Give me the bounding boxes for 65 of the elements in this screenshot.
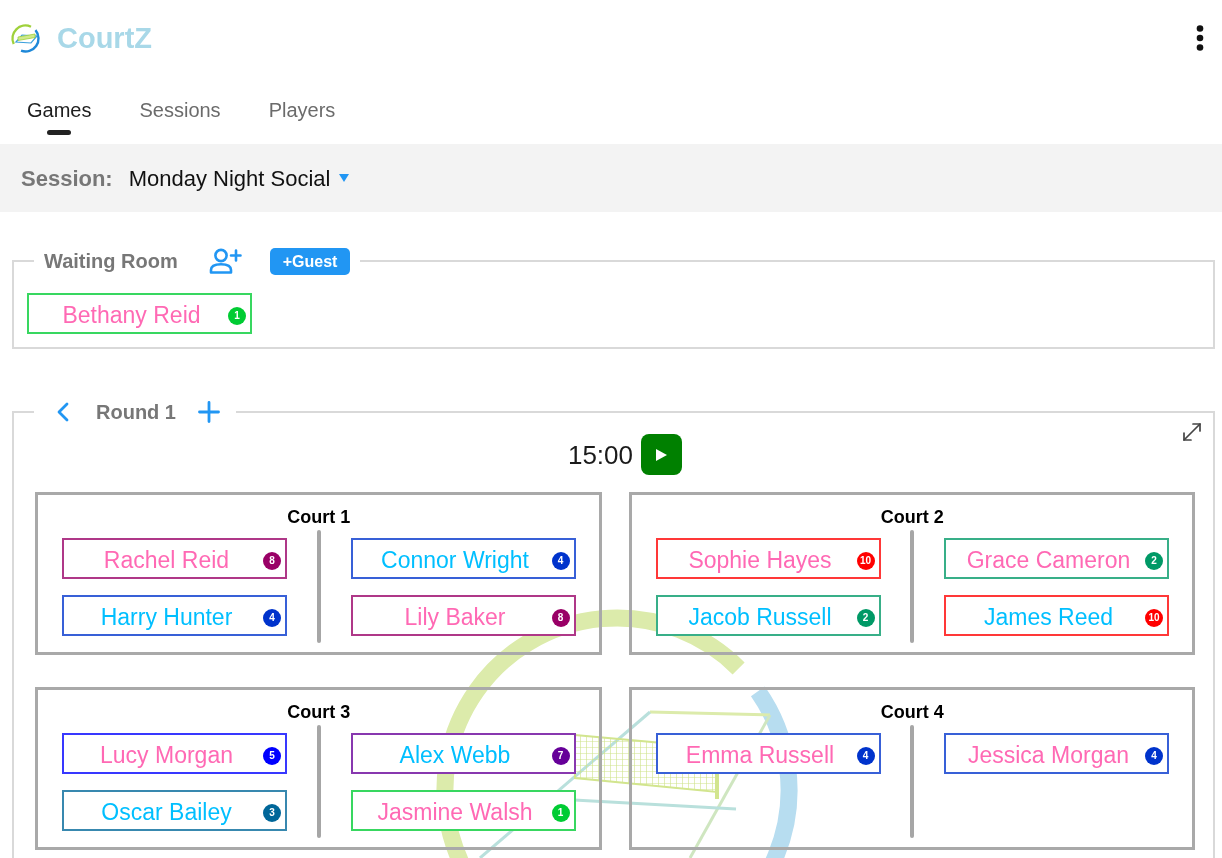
session-select[interactable]: Monday Night Social	[128, 161, 350, 195]
court-title: Court 3	[286, 701, 352, 723]
count-badge: 2	[856, 608, 875, 627]
app-title: CourtZ	[57, 23, 153, 53]
player-card[interactable]: Jessica Morgan 4	[944, 733, 1169, 774]
round-title: Round 1	[96, 400, 176, 425]
player-name: Harry Hunter	[99, 603, 234, 631]
court-title: Court 1	[286, 506, 352, 528]
court-title: Court 2	[879, 506, 945, 528]
player-name: Jacob Russell	[687, 603, 833, 631]
count-badge: 10	[1145, 608, 1163, 627]
timer-text: 15:00	[567, 438, 634, 471]
section-title: Waiting Room	[44, 249, 178, 274]
add-person-icon[interactable]	[208, 248, 242, 274]
caret-icon	[339, 174, 350, 182]
play-icon	[656, 448, 668, 461]
more-options-icon[interactable]	[1196, 25, 1204, 51]
count-badge: 8	[263, 551, 281, 570]
player-card[interactable]: Emma Russell 4	[655, 733, 881, 774]
player-name: Bethany Reid	[61, 301, 202, 329]
chevron-left-icon[interactable]	[56, 402, 69, 422]
court-title: Court 4	[879, 701, 945, 723]
player-name: Oscar Bailey	[100, 798, 233, 826]
player-name: Jessica Morgan	[966, 741, 1131, 769]
player-card[interactable]: Grace Cameron 2	[944, 538, 1169, 579]
tab[interactable]: Players	[244, 76, 360, 144]
player-card[interactable]: Rachel Reid 8	[62, 538, 287, 579]
expand-icon[interactable]	[1182, 422, 1202, 442]
player-card[interactable]: Harry Hunter 4	[62, 595, 287, 636]
count-badge: 8	[551, 608, 570, 627]
player-name: Grace Cameron	[965, 546, 1132, 574]
player-card[interactable]: Lily Baker 8	[350, 595, 576, 636]
session-label: Session:	[21, 164, 113, 193]
player-card[interactable]: James Reed 10	[944, 595, 1169, 636]
count-badge: 4	[551, 551, 570, 570]
app-logo-icon	[10, 22, 41, 54]
tab[interactable]: Sessions	[115, 76, 245, 144]
player-name: Lucy Morgan	[99, 741, 234, 769]
player-name: Lily Baker	[403, 603, 507, 631]
count-badge: 1	[551, 803, 570, 822]
plus-icon[interactable]	[198, 401, 220, 423]
count-badge: 4	[263, 608, 281, 627]
player-name: Emma Russell	[684, 741, 836, 769]
player-name: Sophie Hayes	[687, 546, 833, 574]
player-name: Alex Webb	[398, 741, 512, 769]
count-badge: 10	[856, 551, 875, 570]
tab[interactable]: Games	[3, 76, 116, 144]
player-name: Jasmine Walsh	[376, 798, 534, 826]
player-name: Connor Wright	[380, 546, 530, 574]
play-button[interactable]	[641, 434, 683, 475]
count-badge: 4	[1145, 746, 1163, 765]
player-card[interactable]: Jacob Russell 2	[655, 595, 881, 636]
count-badge: 7	[551, 746, 570, 765]
player-card[interactable]: Oscar Bailey 3	[62, 790, 287, 831]
player-card[interactable]: Sophie Hayes 10	[655, 538, 881, 579]
count-badge: 5	[263, 746, 281, 765]
player-name: Rachel Reid	[102, 546, 231, 574]
count-badge: 4	[856, 746, 875, 765]
player-card[interactable]: Lucy Morgan 5	[62, 733, 287, 774]
count-badge: 1	[228, 306, 246, 325]
count-badge: 2	[1145, 551, 1163, 570]
player-card[interactable]: Alex Webb 7	[350, 733, 576, 774]
count-badge: 3	[263, 803, 281, 822]
player-card[interactable]: Connor Wright 4	[350, 538, 576, 579]
player-name: James Reed	[982, 603, 1115, 631]
